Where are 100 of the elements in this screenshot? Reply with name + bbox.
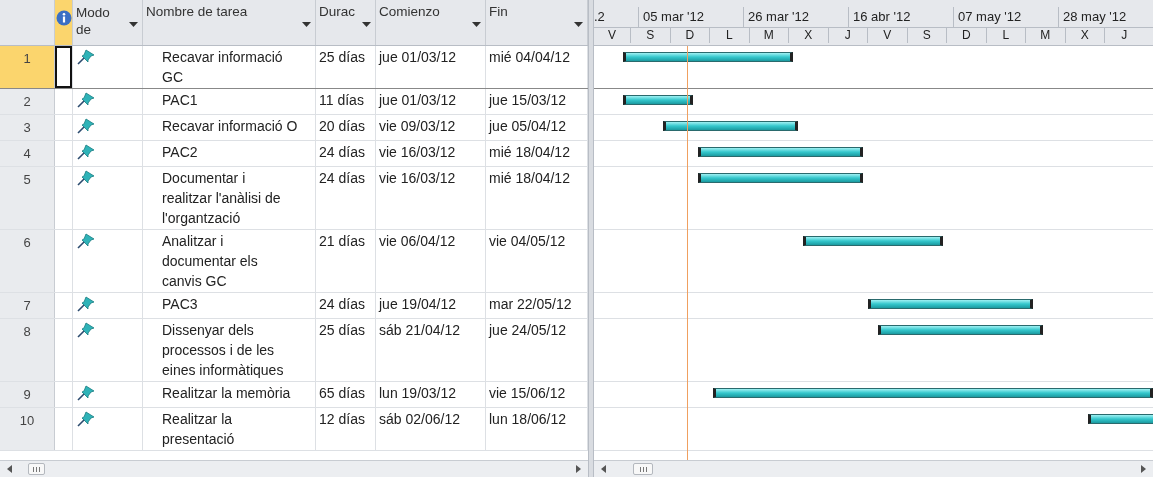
scroll-thumb[interactable] (28, 463, 45, 475)
pin-icon (77, 118, 95, 134)
timescale-label: M (1025, 28, 1065, 43)
column-header[interactable]: Comienzo (379, 4, 440, 19)
task-bar[interactable] (698, 173, 863, 183)
task-bar[interactable] (868, 299, 1033, 309)
dropdown-caret-icon[interactable] (302, 22, 311, 27)
column-header[interactable]: Durac (319, 4, 355, 19)
table-cell: PAC2 (162, 144, 198, 160)
table-cell: PAC1 (162, 92, 198, 108)
timescale-label: L (709, 28, 749, 43)
pin-icon (77, 322, 95, 338)
timescale-label: X (788, 28, 828, 43)
pin-icon (77, 49, 95, 65)
table-cell: 24 días (319, 296, 365, 312)
table-cell: jue 15/03/12 (489, 92, 567, 108)
row-number[interactable]: 2 (0, 89, 55, 114)
table-cell: Analitzar i documentar els canvis GC (162, 233, 258, 289)
pin-icon (77, 296, 95, 312)
table-cell: vie 15/06/12 (489, 385, 566, 401)
table-cell: mar 22/05/12 (489, 296, 572, 312)
timescale-label: D (946, 28, 986, 43)
timescale-label: V (867, 28, 907, 43)
table-cell: vie 16/03/12 (379, 144, 456, 160)
timescale-label: 07 may '12 (953, 7, 1058, 27)
task-bar[interactable] (803, 236, 943, 246)
timescale-label: X (1064, 28, 1104, 43)
table-cell: vie 04/05/12 (489, 233, 566, 249)
timescale-label: M (748, 28, 788, 43)
table-cell: 20 días (319, 118, 365, 134)
table-cell: mié 04/04/12 (489, 49, 570, 65)
timescale-label: 16 abr '12 (848, 7, 953, 27)
dropdown-caret-icon[interactable] (362, 22, 371, 27)
table-cell: 11 días (319, 92, 364, 108)
table-cell: vie 06/04/12 (379, 233, 456, 249)
scroll-left-icon[interactable] (600, 465, 608, 473)
header-corner (0, 0, 55, 45)
table-cell: jue 19/04/12 (379, 296, 457, 312)
table-cell: mié 18/04/12 (489, 144, 570, 160)
table-cell: vie 16/03/12 (379, 170, 456, 186)
timescale-label: S (630, 28, 670, 43)
table-cell: 25 días (319, 322, 365, 338)
table-cell: vie 09/03/12 (379, 118, 456, 134)
table-cell: mié 18/04/12 (489, 170, 570, 186)
table-cell: 24 días (319, 170, 365, 186)
timescale-label: S (906, 28, 946, 43)
scroll-right-icon[interactable] (1139, 465, 1147, 473)
timescale-label: 28 may '12 (1058, 7, 1153, 27)
row-number[interactable]: 7 (0, 293, 55, 318)
timescale-label: V (607, 28, 617, 43)
timescale-label: L (985, 28, 1025, 43)
row-number[interactable]: 3 (0, 115, 55, 140)
scroll-left-icon[interactable] (6, 465, 14, 473)
table-cell: lun 18/06/12 (489, 411, 567, 427)
table-cell: jue 01/03/12 (379, 92, 457, 108)
pin-icon (77, 144, 95, 160)
table-cell: lun 19/03/12 (379, 385, 457, 401)
row-number[interactable]: 4 (0, 141, 55, 166)
table-cell: Realitzar la memòria (162, 385, 291, 401)
timescale-label: J (1104, 28, 1144, 43)
row-number[interactable]: 9 (0, 382, 55, 407)
table-cell: sáb 02/06/12 (379, 411, 460, 427)
table-cell: jue 24/05/12 (489, 322, 567, 338)
dropdown-caret-icon[interactable] (472, 22, 481, 27)
table-cell: 65 días (319, 385, 365, 401)
timescale-label: 05 mar '12 (638, 7, 743, 27)
task-bar[interactable] (623, 95, 693, 105)
table-cell: Dissenyar dels processos i de les eines informàtiques (162, 322, 284, 378)
timescale-label: 26 mar '12 (743, 7, 848, 27)
dropdown-caret-icon[interactable] (574, 22, 583, 27)
timescale-label: .2 (594, 8, 606, 26)
table-cell: sáb 21/04/12 (379, 322, 460, 338)
scroll-thumb[interactable] (633, 463, 653, 475)
dropdown-caret-icon[interactable] (129, 22, 138, 27)
column-header[interactable]: Nombre de tarea (146, 4, 248, 19)
row-number[interactable]: 8 (0, 319, 55, 381)
table-cell: Realitzar la presentació (162, 411, 235, 447)
table-cell: jue 01/03/12 (379, 49, 457, 65)
task-bar[interactable] (663, 121, 798, 131)
pin-icon (77, 170, 95, 186)
row-number[interactable]: 10 (0, 408, 55, 450)
column-header[interactable]: Fin (489, 4, 508, 19)
table-cell: 21 días (319, 233, 365, 249)
pin-icon (77, 233, 95, 249)
timescale-label: D (669, 28, 709, 43)
task-bar[interactable] (1088, 414, 1153, 424)
row-number[interactable]: 6 (0, 230, 55, 292)
table-cell: jue 05/04/12 (489, 118, 567, 134)
scroll-right-icon[interactable] (574, 465, 582, 473)
row-number[interactable]: 5 (0, 167, 55, 229)
table-cell: 24 días (319, 144, 365, 160)
table-cell: Recavar informació GC (162, 49, 283, 85)
pin-icon (77, 92, 95, 108)
task-bar[interactable] (878, 325, 1043, 335)
task-bar[interactable] (623, 52, 793, 62)
task-bar[interactable] (698, 147, 863, 157)
table-cell: Documentar i realitzar l'anàlisi de l'organtzació (162, 170, 281, 226)
pin-icon (77, 411, 95, 427)
active-cell[interactable] (55, 46, 72, 88)
row-number[interactable]: 1 (0, 46, 55, 88)
